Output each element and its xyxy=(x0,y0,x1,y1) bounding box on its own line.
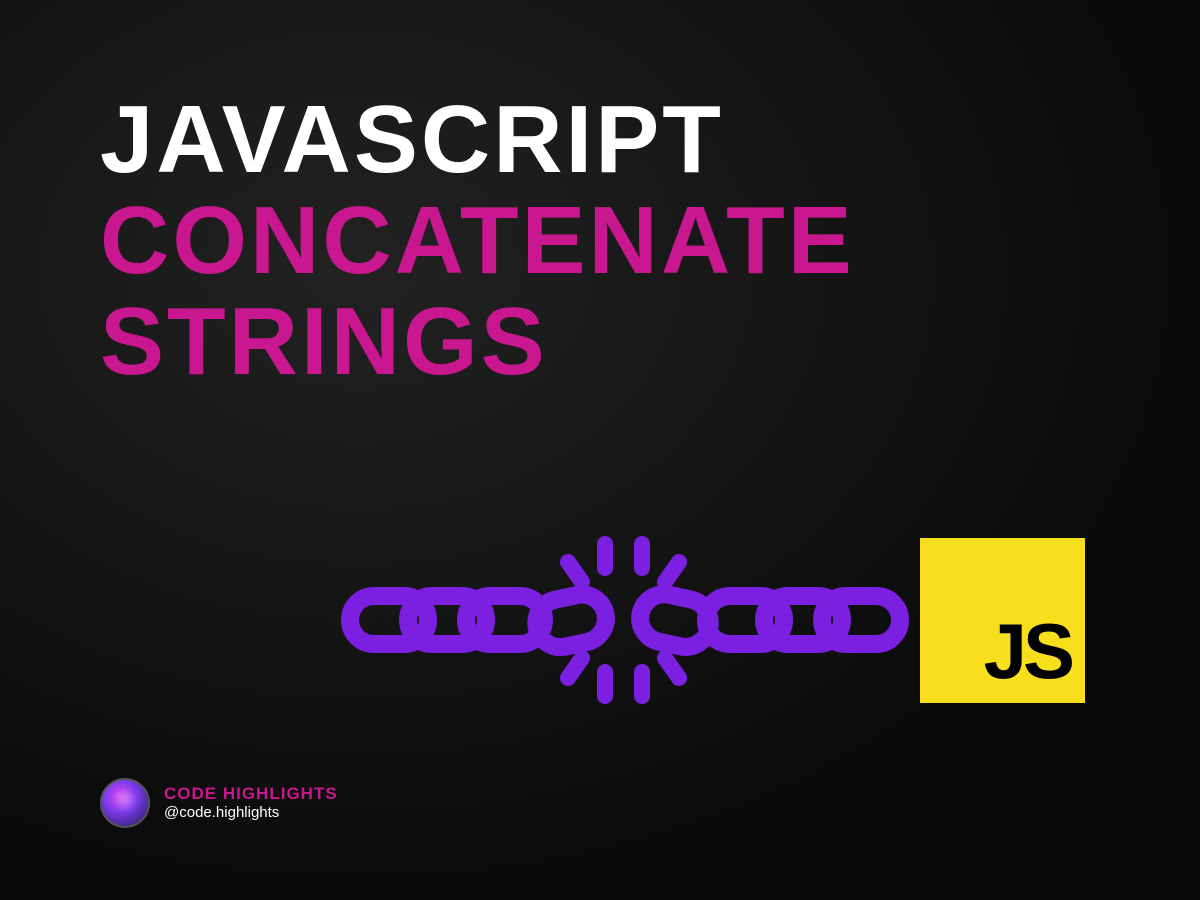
title-line-3: STRINGS xyxy=(100,292,1100,393)
illustration-row: JS xyxy=(340,530,1085,710)
js-badge-text: JS xyxy=(984,606,1071,697)
avatar xyxy=(100,778,150,828)
title-line-2: CONCATENATE xyxy=(100,191,1100,292)
main-title: JAVASCRIPT CONCATENATE STRINGS xyxy=(100,90,1100,392)
chain-break-burst-icon xyxy=(568,544,679,696)
title-line-1: JAVASCRIPT xyxy=(100,90,1100,191)
javascript-logo: JS xyxy=(920,538,1085,703)
footer-attribution: CODE HIGHLIGHTS @code.highlights xyxy=(100,778,338,828)
brand-name: CODE HIGHLIGHTS xyxy=(164,784,338,804)
footer-text: CODE HIGHLIGHTS @code.highlights xyxy=(164,784,338,822)
chain-illustration xyxy=(340,530,910,710)
social-handle: @code.highlights xyxy=(164,804,338,822)
chain-icon xyxy=(340,530,910,710)
content-area: JAVASCRIPT CONCATENATE STRINGS xyxy=(0,0,1200,900)
